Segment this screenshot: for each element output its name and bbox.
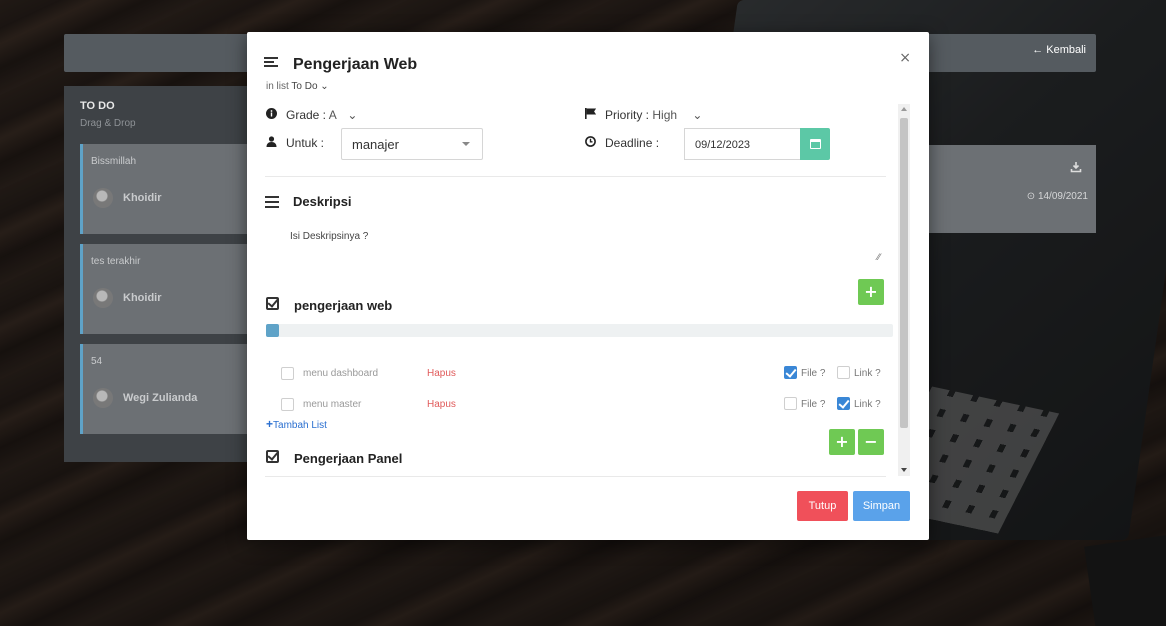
scroll-up-icon[interactable] <box>901 107 907 111</box>
card-user: Wegi Zulianda <box>123 392 198 404</box>
priority-caret[interactable]: ⌄ <box>692 108 702 122</box>
grade-caret[interactable]: ⌄ <box>347 108 357 122</box>
chevron-down-icon <box>462 142 470 146</box>
delete-item-link[interactable]: Hapus <box>427 368 456 379</box>
in-list-value[interactable]: To Do ⌄ <box>291 81 328 92</box>
link-checkbox[interactable] <box>837 366 850 379</box>
delete-item-link[interactable]: Hapus <box>427 399 456 410</box>
calendar-icon <box>809 139 821 149</box>
download-icon[interactable] <box>1070 161 1082 173</box>
todo-column: TO DO Drag & Drop Bissmillah Khoidir tes… <box>64 86 270 462</box>
in-list-prefix: in list <box>266 81 292 92</box>
checklist-icon <box>266 450 279 463</box>
priority-value[interactable]: High <box>652 108 677 122</box>
file-flag-label: File ? <box>801 399 826 410</box>
task-card[interactable]: tes terakhir Khoidir <box>80 244 270 334</box>
card-title: 54 <box>91 356 103 367</box>
column-subtitle: Drag & Drop <box>80 118 136 129</box>
avatar <box>93 188 113 208</box>
untuk-value: manajer <box>352 137 399 152</box>
untuk-select[interactable]: manajer <box>341 128 483 160</box>
link-flag-label: Link ? <box>854 368 881 379</box>
untuk-row: Untuk : <box>266 136 324 150</box>
link-flag-label: Link ? <box>854 399 881 410</box>
file-checkbox[interactable] <box>784 397 797 410</box>
progress-fill <box>266 324 279 337</box>
remove-item-button[interactable]: − <box>858 429 884 455</box>
item-label: menu dashboard <box>303 368 379 379</box>
priority-row: Priority : High ⌄ <box>585 108 702 122</box>
card-user: Khoidir <box>123 292 162 304</box>
avatar <box>93 388 113 408</box>
task-card[interactable]: Bissmillah Khoidir <box>80 144 270 234</box>
resize-handle-icon[interactable]: ⁄⁄ <box>877 253 880 263</box>
modal-scrollbar[interactable] <box>898 104 910 476</box>
priority-label: Priority : <box>605 108 650 122</box>
task-card[interactable]: 54 Wegi Zulianda <box>80 344 270 434</box>
description-textarea[interactable]: Isi Deskripsinya ? <box>290 231 368 242</box>
add-list-link[interactable]: +Tambah List <box>266 417 327 431</box>
card-title: Bissmillah <box>91 156 137 167</box>
add-list-label: Tambah List <box>273 420 327 431</box>
checklist-title: Pengerjaan Panel <box>294 451 403 466</box>
add-checklist-button[interactable]: + <box>858 279 884 305</box>
item-checkbox[interactable] <box>281 367 294 380</box>
card-detail-modal: × Pengerjaan Web in list To Do ⌄ Grade :… <box>247 32 929 540</box>
modal-title: Pengerjaan Web <box>293 56 418 73</box>
grade-row: Grade : A ⌄ <box>266 108 357 122</box>
deadline-input[interactable]: 09/12/2023 <box>684 128 800 160</box>
menu-lines-icon <box>265 196 279 211</box>
link-flag[interactable]: Link ? <box>837 366 881 379</box>
file-flag-label: File ? <box>801 368 826 379</box>
grade-label: Grade : <box>286 108 327 122</box>
checklist-icon <box>266 297 279 310</box>
user-icon <box>266 136 280 150</box>
card-user: Khoidir <box>123 192 162 204</box>
card-title: tes terakhir <box>91 256 141 267</box>
file-flag[interactable]: File ? <box>784 397 825 410</box>
description-title: Deskripsi <box>293 194 352 209</box>
card-date: ⊙ 14/09/2021 <box>1026 191 1088 202</box>
item-label: menu master <box>303 399 362 410</box>
clock-icon <box>585 136 599 150</box>
task-card-right[interactable]: ⊙ 14/09/2021 <box>926 145 1096 233</box>
link-flag[interactable]: Link ? <box>837 397 881 410</box>
file-flag[interactable]: File ? <box>784 366 825 379</box>
close-icon[interactable]: × <box>899 50 911 66</box>
add-item-button[interactable]: + <box>829 429 855 455</box>
plus-icon: + <box>266 417 274 431</box>
untuk-label: Untuk : <box>286 136 325 150</box>
in-list-selector[interactable]: in list To Do ⌄ <box>266 81 329 92</box>
back-link[interactable]: ← Kembali <box>1032 44 1086 56</box>
card-title-icon <box>264 57 278 70</box>
save-button[interactable]: Simpan <box>853 491 910 521</box>
deadline-label: Deadline : <box>605 136 660 150</box>
deadline-row: Deadline : <box>585 136 659 150</box>
grade-value[interactable]: A <box>329 108 336 122</box>
avatar <box>93 288 113 308</box>
divider <box>265 476 886 477</box>
checklist-progress-bar <box>266 324 893 337</box>
deadline-value: 09/12/2023 <box>695 139 751 151</box>
checklist-title: pengerjaan web <box>294 298 393 313</box>
scrollbar-thumb[interactable] <box>900 118 908 428</box>
info-icon <box>266 108 280 122</box>
column-title: TO DO <box>80 100 115 112</box>
flag-icon <box>585 108 599 122</box>
divider <box>265 176 886 177</box>
scroll-down-icon[interactable] <box>901 468 907 472</box>
file-checkbox[interactable] <box>784 366 797 379</box>
close-button[interactable]: Tutup <box>797 491 848 521</box>
item-checkbox[interactable] <box>281 398 294 411</box>
link-checkbox[interactable] <box>837 397 850 410</box>
calendar-button[interactable] <box>800 128 830 160</box>
